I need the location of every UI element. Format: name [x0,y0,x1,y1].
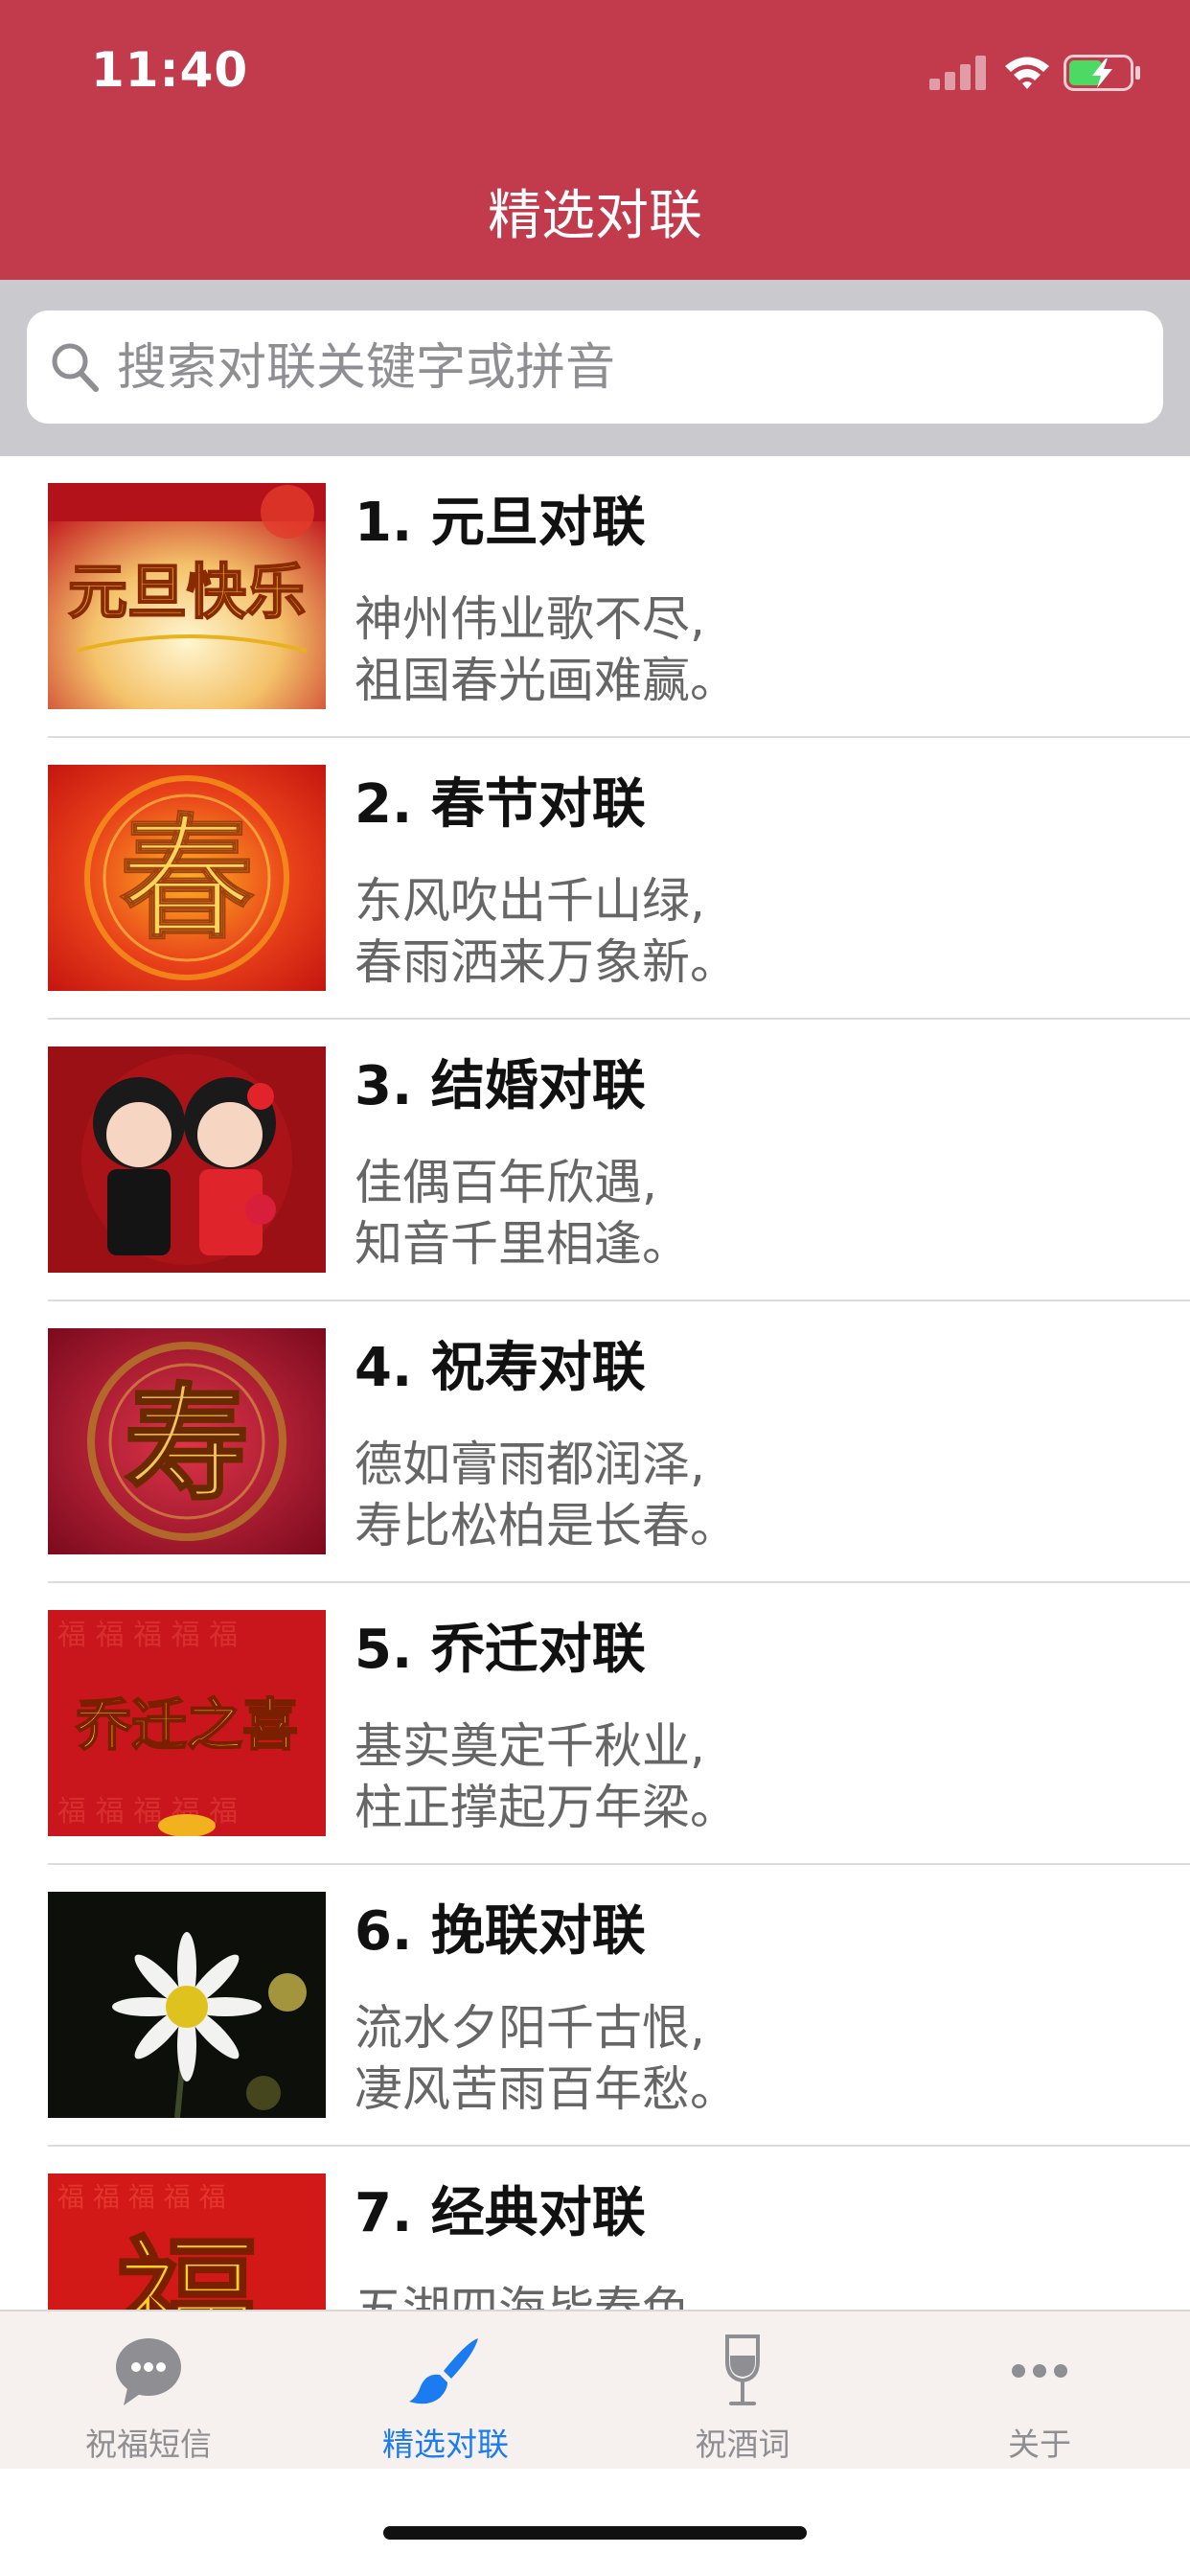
item-couplet-line1: 流水夕阳千古恨, [355,2000,705,2056]
item-couplet-line2: 凄风苦雨百年愁。 [355,2061,738,2117]
tab-toasts[interactable]: 祝酒词 [594,2312,891,2469]
tab-about[interactable]: 关于 [891,2312,1188,2469]
item-couplet-line2: 寿比松柏是长春。 [355,1498,738,1553]
search-input[interactable] [115,334,1134,402]
new-year-thumb-text: 元旦快乐 [68,557,306,627]
chat-bubble-icon [116,2338,181,2405]
list-item-birthday[interactable]: 寿 4. 祝寿对联 德如膏雨都润泽, 寿比松柏是长春。 [0,1301,1190,1583]
wine-glass-icon [725,2334,760,2405]
home-indicator[interactable] [383,2526,807,2540]
wedding-thumbnail [48,1046,326,1273]
classic-thumbnail: 福 福 福 福 福 福 [48,2174,326,2310]
tab-selected-couplets[interactable]: 精选对联 [297,2312,594,2469]
list-item-spring-festival[interactable]: 春 2. 春节对联 东风吹出千山绿, 春雨洒来万象新。 [0,738,1190,1020]
tab-label: 祝酒词 [695,2426,790,2463]
housewarming-thumb-text: 乔迁之喜 [76,1692,298,1758]
item-couplet-line1: 德如膏雨都润泽, [355,1437,705,1492]
tab-label: 祝福短信 [85,2426,212,2463]
navigation-header: 11:40 精选对联 [0,0,1190,280]
more-dots-icon [1012,2364,1067,2378]
tab-label: 精选对联 [382,2426,509,2463]
list-item-elegy[interactable]: 6. 挽联对联 流水夕阳千古恨, 凄风苦雨百年愁。 [0,1865,1190,2147]
search-bar [0,280,1190,456]
wifi-icon [1005,57,1049,89]
item-title: 3. 结婚对联 [355,1055,646,1117]
item-title: 5. 乔迁对联 [355,1619,646,1681]
tab-bar: 祝福短信 精选对联 祝酒词 关于 [0,2310,1190,2469]
couplet-category-list: 元旦快乐 1. 元旦对联 神州伟业歌不尽, 祖国春光画难赢。 春 2. 春节对联… [0,456,1190,2310]
item-couplet-line1: 基实奠定千秋业, [355,1718,705,1774]
birthday-thumb-text: 寿 [125,1370,249,1517]
list-item-classic[interactable]: 福 福 福 福 福 福 7. 经典对联 五湖四海皆春色 [0,2147,1190,2310]
item-title: 2. 春节对联 [355,773,646,836]
classic-thumb-text: 福 [114,2221,259,2310]
list-item-new-year[interactable]: 元旦快乐 1. 元旦对联 神州伟业歌不尽, 祖国春光画难赢。 [0,456,1190,738]
list-item-housewarming[interactable]: 福 福 福 福 福 福 福 福 福 福 乔迁之喜 5. 乔迁对联 基实奠定千秋业… [0,1583,1190,1865]
elegy-thumbnail [48,1892,326,2118]
item-couplet-line1: 五湖四海皆春色 [355,2282,690,2310]
search-field[interactable] [27,310,1163,424]
birthday-thumbnail: 寿 [48,1328,326,1554]
item-title: 4. 祝寿对联 [355,1337,646,1399]
search-icon [52,343,99,392]
page-title: 精选对联 [488,185,702,247]
item-couplet-line2: 柱正撑起万年梁。 [355,1780,738,1835]
svg-text:福 福 福 福 福: 福 福 福 福 福 [57,2181,226,2213]
cellular-signal-icon [929,56,989,90]
item-couplet-line1: 佳偶百年欣遇, [355,1155,657,1210]
brush-icon [409,2338,478,2404]
item-couplet-line2: 春雨洒来万象新。 [355,934,738,990]
status-time: 11:40 [91,42,249,98]
item-couplet-line2: 祖国春光画难赢。 [355,653,738,708]
list-item-wedding[interactable]: 3. 结婚对联 佳偶百年欣遇, 知音千里相逢。 [0,1020,1190,1301]
new-year-thumbnail: 元旦快乐 [48,483,326,709]
spring-festival-thumbnail: 春 [48,765,326,991]
app-screen: 11:40 精选对联 搜索对联关键字或拼音 元旦快乐 1. 元旦对联 神州伟业歌… [0,0,1190,2576]
item-title: 7. 经典对联 [355,2182,646,2244]
item-title: 6. 挽联对联 [355,1900,646,1963]
svg-text:福 福 福 福 福: 福 福 福 福 福 [57,1619,238,1652]
item-couplet-line1: 神州伟业歌不尽, [355,591,705,647]
spring-festival-thumb-text: 春 [120,801,254,958]
housewarming-thumbnail: 福 福 福 福 福 福 福 福 福 福 乔迁之喜 [48,1610,326,1836]
item-couplet-line2: 知音千里相逢。 [355,1216,690,1272]
tab-blessing-sms[interactable]: 祝福短信 [0,2312,297,2469]
tab-label: 关于 [1008,2426,1071,2463]
item-couplet-line1: 东风吹出千山绿, [355,873,705,929]
battery-icon [1064,55,1140,91]
item-title: 1. 元旦对联 [355,492,646,554]
